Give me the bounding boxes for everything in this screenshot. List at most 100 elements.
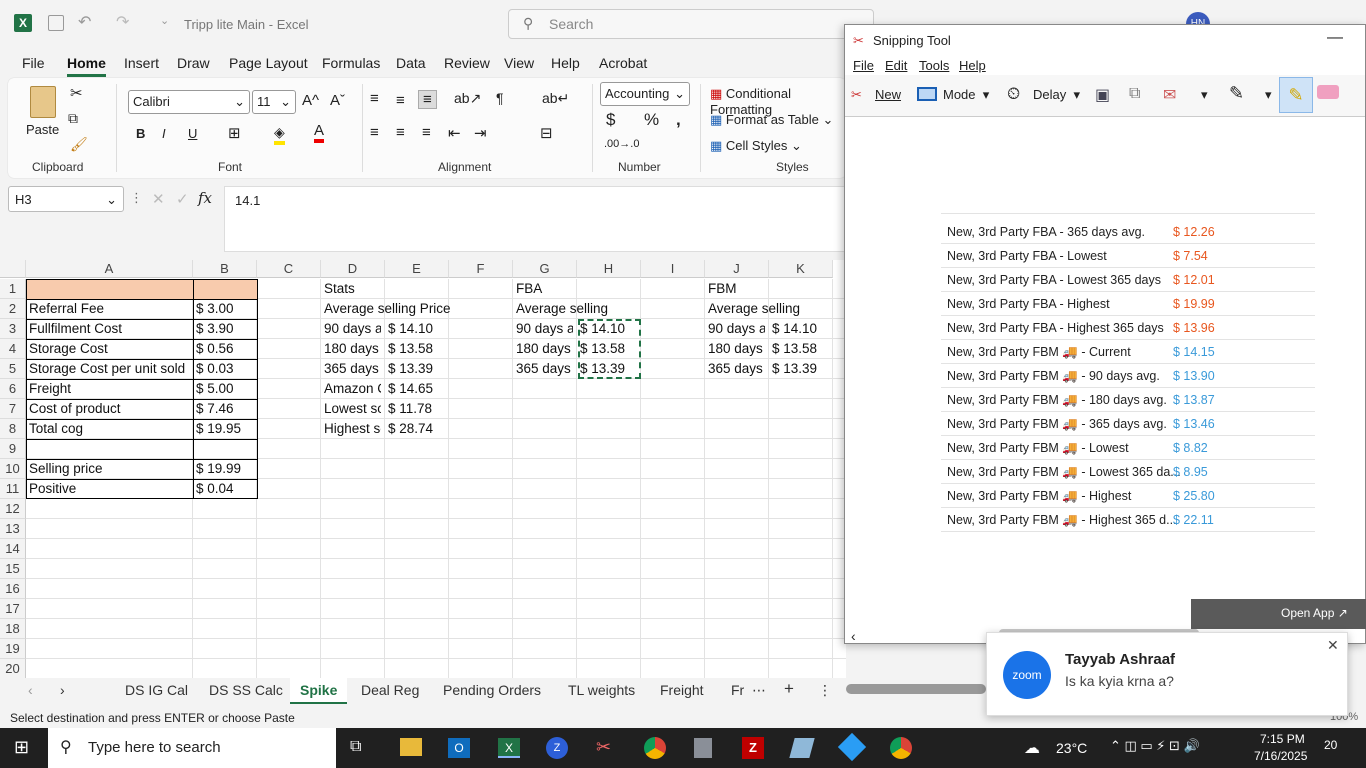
app2-icon[interactable]: [837, 732, 867, 762]
row-header[interactable]: 3: [0, 319, 26, 339]
windows-start-icon[interactable]: ⊞: [14, 737, 29, 758]
column-header[interactable]: G: [513, 260, 577, 278]
row-header[interactable]: 18: [0, 619, 26, 639]
tab-deal-reg[interactable]: Deal Reg: [361, 682, 419, 698]
align-top-icon[interactable]: ≡: [370, 90, 379, 107]
bold-button[interactable]: B: [136, 126, 145, 141]
tab-scroll-right-icon[interactable]: ›: [60, 682, 65, 698]
column-header[interactable]: K: [769, 260, 833, 278]
save-snip-icon[interactable]: ▣: [1095, 85, 1110, 105]
tab-spike[interactable]: Spike: [290, 678, 348, 704]
calculator-icon[interactable]: [694, 738, 712, 758]
column-header[interactable]: J: [705, 260, 769, 278]
column-header[interactable]: C: [257, 260, 321, 278]
column-header[interactable]: B: [193, 260, 257, 278]
cell-styles-button[interactable]: ▦ Cell Styles ⌄: [710, 138, 802, 154]
column-header[interactable]: E: [385, 260, 449, 278]
chrome-profile-icon[interactable]: [890, 737, 912, 759]
cell-e3[interactable]: $ 14.10: [385, 319, 447, 339]
menu-view[interactable]: View: [504, 55, 534, 71]
decrease-font-icon[interactable]: Aˇ: [330, 92, 345, 109]
align-left-icon[interactable]: ≡: [370, 124, 379, 141]
row-header[interactable]: 14: [0, 539, 26, 559]
cell-j5[interactable]: 365 days a: [705, 359, 765, 379]
cell-e7[interactable]: $ 11.78: [385, 399, 447, 419]
cut-icon[interactable]: ✂: [70, 84, 83, 102]
percent-icon[interactable]: %: [644, 110, 659, 130]
increase-font-icon[interactable]: A^: [302, 92, 319, 109]
cell-g2[interactable]: Average selling: [513, 299, 633, 319]
align-bottom-icon[interactable]: ≡: [418, 90, 437, 109]
open-app-button[interactable]: Open App ↗: [1281, 606, 1348, 620]
pen-dropdown-icon[interactable]: ▾: [1265, 87, 1272, 103]
merge-center-icon[interactable]: ⊟: [540, 124, 553, 142]
cancel-entry-icon[interactable]: ✕: [152, 190, 165, 208]
menu-acrobat[interactable]: Acrobat: [599, 55, 647, 71]
formula-options-icon[interactable]: ⋮: [130, 190, 143, 206]
cell-e6[interactable]: $ 14.65: [385, 379, 447, 399]
cell-d6[interactable]: Amazon C: [321, 379, 381, 399]
tab-options-icon[interactable]: ⋮: [818, 682, 832, 699]
row-header[interactable]: 12: [0, 499, 26, 519]
send-snip-icon[interactable]: ✉: [1163, 85, 1176, 105]
cell-j2[interactable]: Average selling: [705, 299, 825, 319]
cell-g4[interactable]: 180 days a: [513, 339, 573, 359]
copy-icon[interactable]: ⧉: [68, 110, 78, 127]
cell-d7[interactable]: Lowest so: [321, 399, 381, 419]
snip-menu-file[interactable]: File: [853, 58, 874, 73]
menu-help[interactable]: Help: [551, 55, 580, 71]
row-header[interactable]: 19: [0, 639, 26, 659]
cell-e5[interactable]: $ 13.39: [385, 359, 447, 379]
qat-more-icon[interactable]: ⌄: [160, 14, 169, 27]
snip-menu-edit[interactable]: Edit: [885, 58, 907, 73]
send-dropdown-icon[interactable]: ▾: [1201, 87, 1208, 103]
fill-color-icon[interactable]: ◈: [274, 124, 285, 145]
column-header[interactable]: A: [26, 260, 193, 278]
tab-tl-weights[interactable]: TL weights: [568, 682, 635, 698]
cell-d8[interactable]: Highest sc: [321, 419, 381, 439]
font-size-select[interactable]: 11 ⌄: [252, 90, 296, 114]
tab-ds-ss-calc[interactable]: DS SS Calc: [209, 682, 283, 698]
cell-d4[interactable]: 180 days a: [321, 339, 381, 359]
add-sheet-icon[interactable]: +: [784, 679, 794, 699]
taskbar-search-input[interactable]: ⚲ Type here to search: [48, 728, 336, 768]
snipping-taskbar-icon[interactable]: ✂: [596, 737, 611, 758]
tab-fr[interactable]: Fr: [731, 682, 744, 698]
pen-icon[interactable]: ✎: [1229, 83, 1244, 104]
row-header[interactable]: 13: [0, 519, 26, 539]
increase-indent-icon[interactable]: ⇥: [474, 124, 487, 142]
eraser-icon[interactable]: [1317, 85, 1339, 99]
number-format-select[interactable]: Accounting ⌄: [600, 82, 690, 106]
insert-function-icon[interactable]: fx: [198, 189, 212, 207]
cell-d1[interactable]: Stats: [321, 279, 383, 299]
align-middle-icon[interactable]: ≡: [396, 92, 405, 109]
row-header[interactable]: 7: [0, 399, 26, 419]
cell-d5[interactable]: 365 days a: [321, 359, 381, 379]
delay-button[interactable]: Delay ▾: [1033, 87, 1080, 103]
clock-time[interactable]: 7:15 PM: [1260, 732, 1305, 746]
menu-draw[interactable]: Draw: [177, 55, 210, 71]
file-explorer-icon[interactable]: [400, 738, 422, 756]
chrome-icon[interactable]: [644, 737, 666, 759]
row-header[interactable]: 6: [0, 379, 26, 399]
close-toast-icon[interactable]: ✕: [1327, 637, 1339, 654]
excel-taskbar-icon[interactable]: X: [498, 738, 520, 758]
row-header[interactable]: 20: [0, 659, 26, 678]
tab-pending-orders[interactable]: Pending Orders: [443, 682, 541, 698]
menu-data[interactable]: Data: [396, 55, 426, 71]
task-view-icon[interactable]: ⧉: [350, 738, 361, 756]
filezilla-icon[interactable]: Z: [742, 737, 764, 759]
font-name-select[interactable]: Calibri ⌄: [128, 90, 250, 114]
cell-k4[interactable]: $ 13.58: [769, 339, 831, 359]
tab-scroll-left-icon[interactable]: ‹: [28, 682, 33, 698]
outlook-icon[interactable]: O: [448, 738, 470, 758]
clock-date[interactable]: 7/16/2025: [1254, 749, 1307, 763]
zoom-notification[interactable]: zoom Tayyab Ashraaf Is ka kyia krna a? ✕: [986, 632, 1348, 716]
cell-g3[interactable]: 90 days av: [513, 319, 573, 339]
menu-page-layout[interactable]: Page Layout: [229, 55, 308, 71]
cell-d2[interactable]: Average selling Price: [321, 299, 461, 319]
row-header[interactable]: 8: [0, 419, 26, 439]
confirm-entry-icon[interactable]: ✓: [176, 190, 189, 208]
row-header[interactable]: 11: [0, 479, 26, 499]
mode-button[interactable]: Mode ▾: [943, 87, 989, 103]
